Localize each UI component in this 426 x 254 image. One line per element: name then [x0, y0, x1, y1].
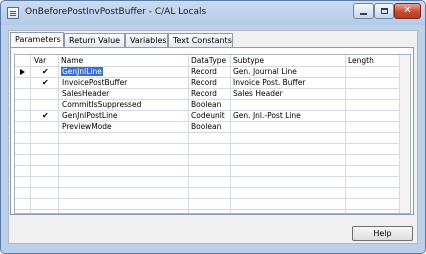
name-cell[interactable]: InvoicePostBuffer: [62, 77, 127, 88]
parameters-grid: Var Name DataType Subtype Length ✔ GenJn…: [14, 54, 411, 214]
name-cell[interactable]: CommitIsSuppressed: [62, 99, 141, 110]
datatype-cell[interactable]: Record: [191, 88, 217, 99]
app-icon: [7, 7, 19, 19]
tab-variables[interactable]: Variables: [125, 33, 168, 47]
subtype-cell[interactable]: Gen. Journal Line: [233, 66, 297, 77]
var-checkbox[interactable]: ✔: [42, 77, 49, 88]
datatype-cell[interactable]: Boolean: [191, 99, 221, 110]
tab-return-value[interactable]: Return Value: [64, 33, 125, 47]
minimize-button[interactable]: [353, 3, 374, 19]
subtype-cell[interactable]: Gen. Jnl.-Post Line: [233, 110, 301, 121]
close-button[interactable]: ✕: [394, 3, 421, 19]
column-header-var[interactable]: Var: [34, 55, 46, 66]
name-cell[interactable]: PreviewMode: [62, 121, 112, 132]
datatype-cell[interactable]: Record: [191, 77, 217, 88]
parameters-panel: Var Name DataType Subtype Length ✔ GenJn…: [10, 47, 414, 215]
datatype-cell[interactable]: Boolean: [191, 121, 221, 132]
name-cell[interactable]: GenJnlLine: [61, 66, 103, 77]
var-checkbox[interactable]: ✔: [42, 66, 49, 77]
column-header-name[interactable]: Name: [61, 55, 83, 66]
datatype-cell[interactable]: Record: [191, 66, 217, 77]
window-title: OnBeforePostInvPostBuffer - C/AL Locals: [25, 7, 207, 17]
datatype-cell[interactable]: Codeunit: [191, 110, 225, 121]
name-cell[interactable]: SalesHeader: [62, 88, 109, 99]
minimize-icon: [360, 13, 367, 15]
subtype-cell[interactable]: Sales Header: [233, 88, 283, 99]
tab-text-constants[interactable]: Text Constants: [168, 33, 233, 47]
help-button[interactable]: Help: [352, 226, 413, 241]
var-checkbox[interactable]: ✔: [42, 110, 49, 121]
close-icon: ✕: [403, 5, 412, 16]
column-header-length[interactable]: Length: [348, 55, 374, 66]
current-row-arrow-icon: [20, 69, 25, 75]
maximize-icon: [380, 8, 388, 14]
title-bar[interactable]: OnBeforePostInvPostBuffer - C/AL Locals …: [1, 1, 425, 25]
vertical-scrollbar[interactable]: [400, 55, 410, 213]
subtype-cell[interactable]: Invoice Post. Buffer: [233, 77, 305, 88]
column-header-datatype[interactable]: DataType: [191, 55, 226, 66]
selected-name[interactable]: GenJnlLine: [61, 67, 103, 76]
tab-parameters[interactable]: Parameters: [10, 32, 64, 47]
column-header-subtype[interactable]: Subtype: [233, 55, 264, 66]
maximize-button[interactable]: [374, 3, 394, 19]
name-cell[interactable]: GenJnlPostLine: [62, 110, 118, 121]
